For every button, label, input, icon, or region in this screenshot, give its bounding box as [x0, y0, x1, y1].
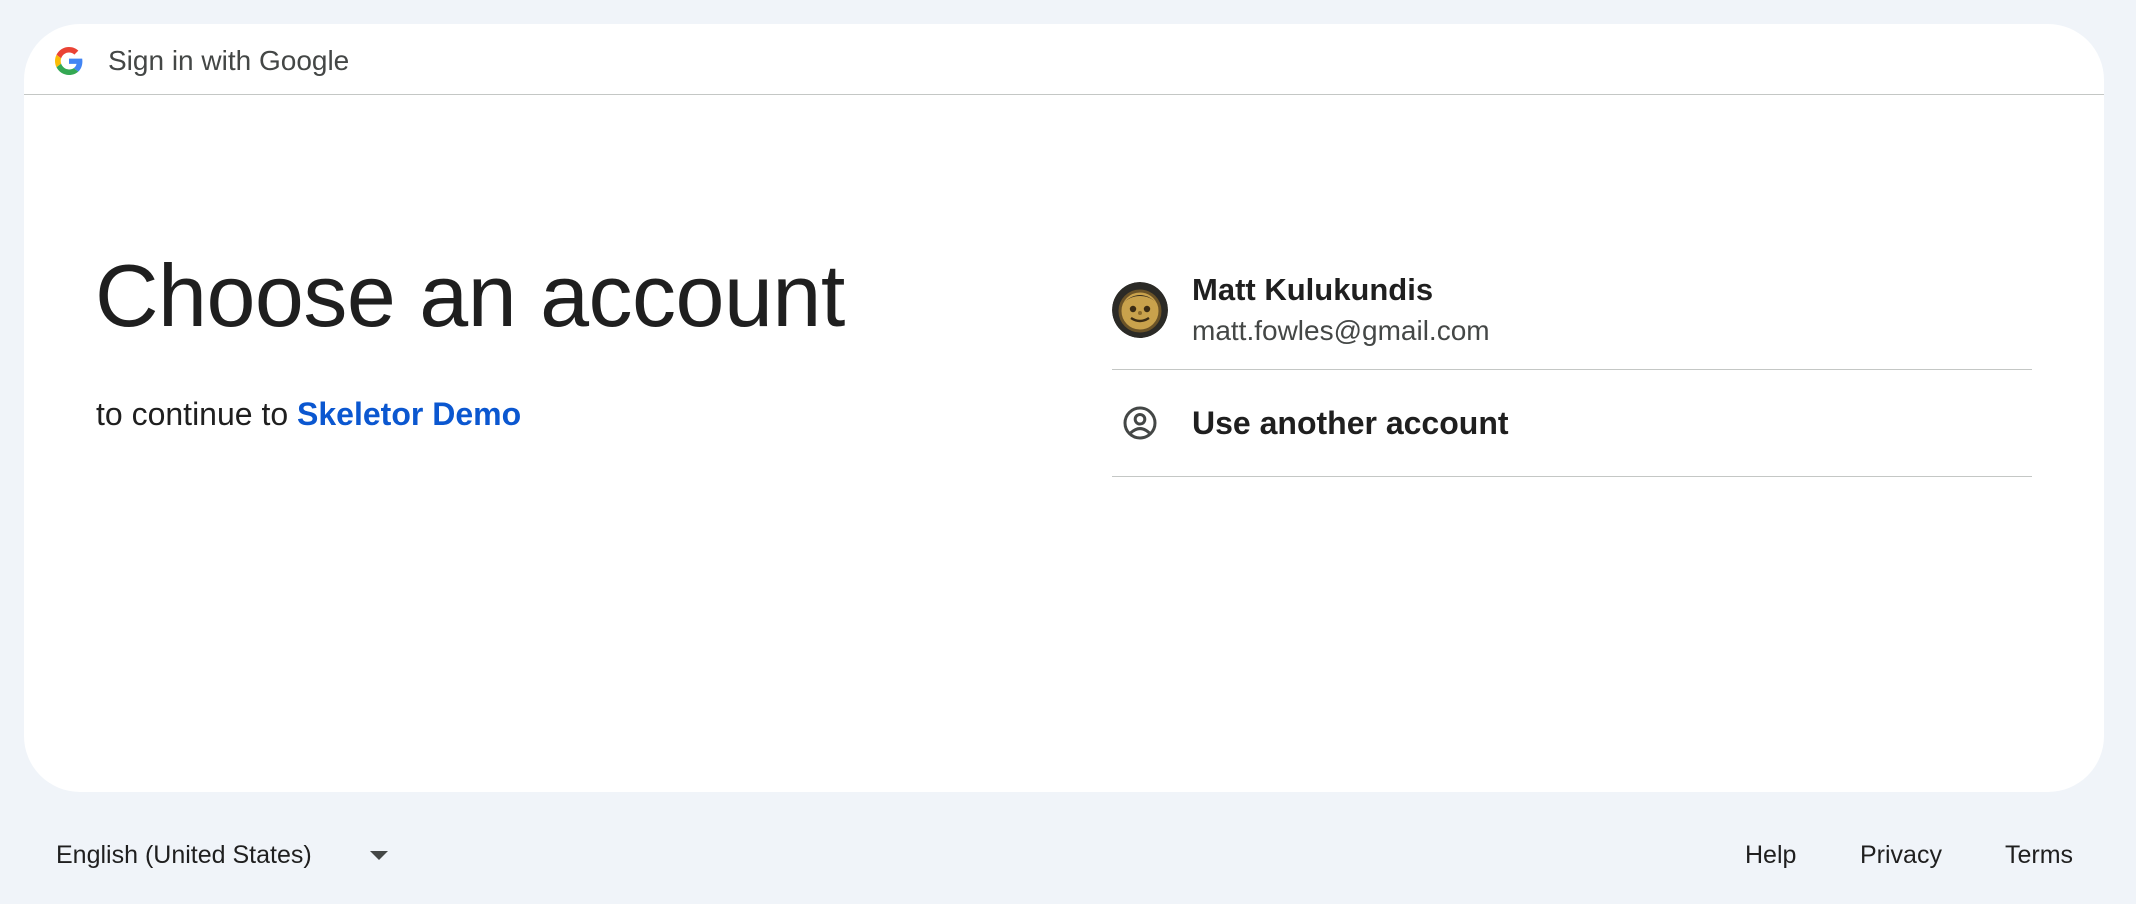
subtitle-prefix: to continue to — [96, 396, 289, 432]
privacy-link[interactable]: Privacy — [1860, 840, 1942, 870]
account-name: Matt Kulukundis — [1192, 272, 1434, 307]
account-list: Matt Kulukundis matt.fowles@gmail.com Us… — [1112, 262, 2032, 477]
sign-in-card: Sign in with Google Choose an account to… — [24, 24, 2104, 792]
user-avatar — [1112, 282, 1168, 338]
language-label: English (United States) — [56, 841, 312, 869]
account-email: matt.fowles@gmail.com — [1192, 315, 1490, 346]
app-name-link[interactable]: Skeletor Demo — [297, 396, 521, 432]
use-another-account-button[interactable]: Use another account — [1112, 370, 2032, 477]
page-title: Choose an account — [95, 246, 845, 345]
account-item[interactable]: Matt Kulukundis matt.fowles@gmail.com — [1112, 262, 2032, 370]
google-g-icon — [55, 47, 83, 75]
footer: English (United States) Help Privacy Ter… — [0, 830, 2136, 880]
language-select[interactable]: English (United States) — [40, 830, 400, 880]
header-title: Sign in with Google — [108, 45, 350, 76]
use-another-account-label: Use another account — [1192, 405, 1509, 441]
terms-link[interactable]: Terms — [2005, 840, 2073, 870]
help-link[interactable]: Help — [1745, 840, 1796, 870]
card-header: Sign in with Google — [24, 24, 2104, 95]
account-circle-icon — [1123, 406, 1157, 440]
subtitle: to continue to Skeletor Demo — [96, 394, 521, 434]
caret-down-icon — [370, 851, 388, 860]
